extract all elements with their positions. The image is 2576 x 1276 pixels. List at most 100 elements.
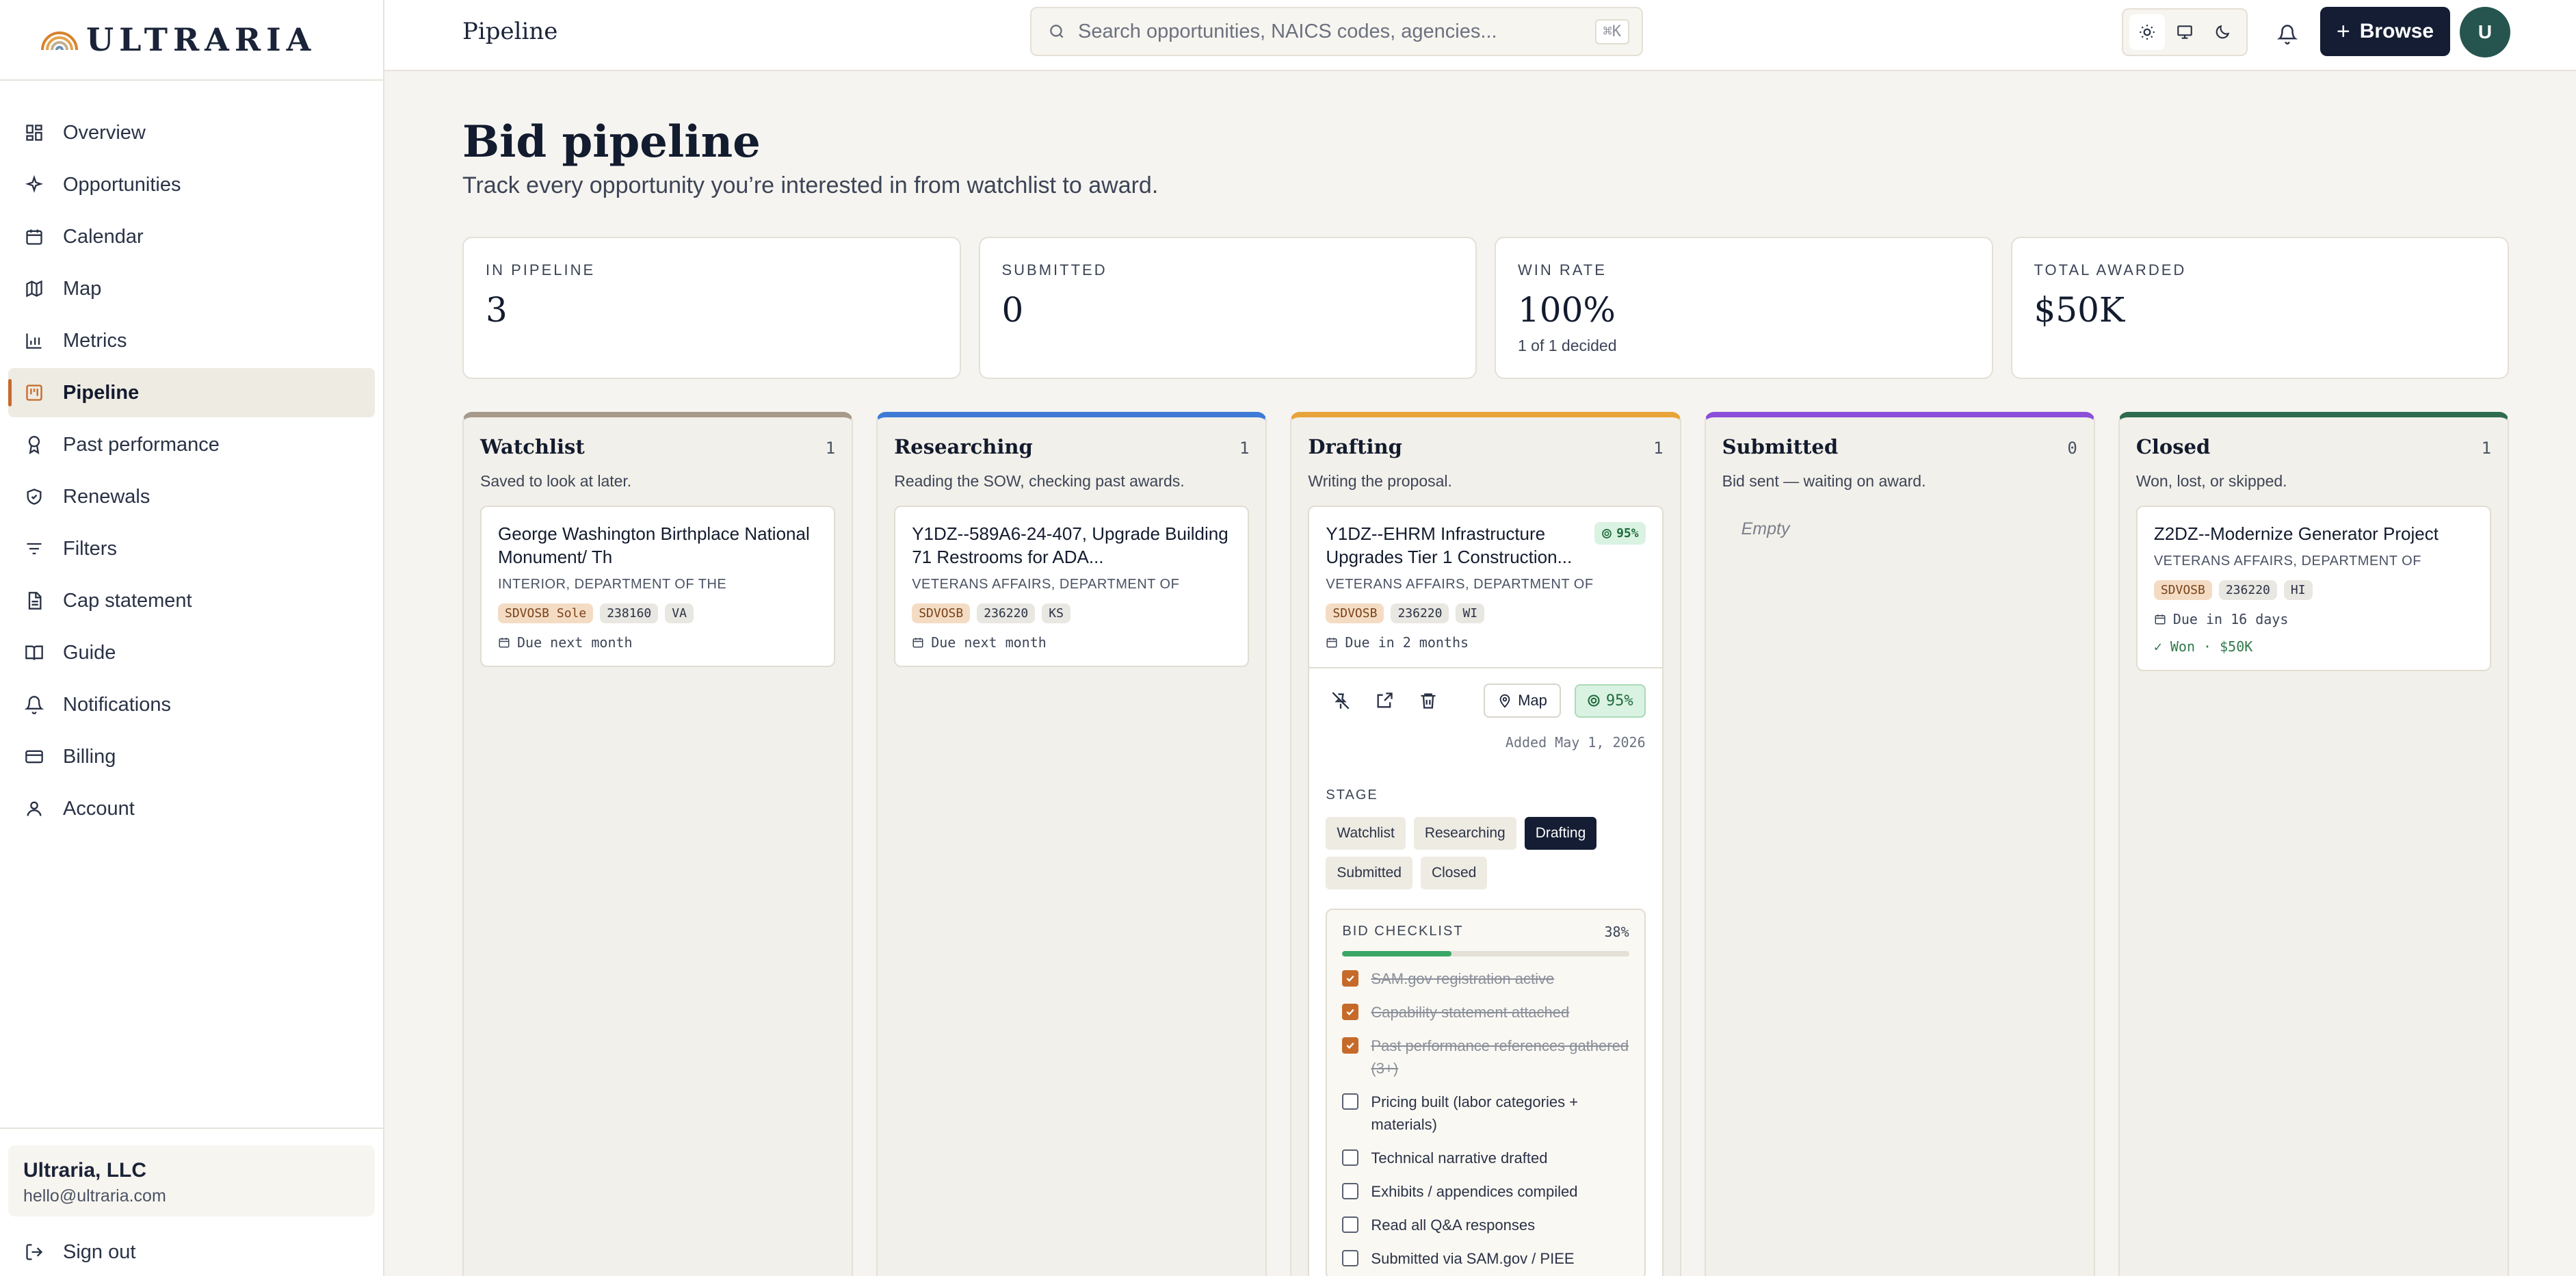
column-description: Saved to look at later. <box>480 472 632 490</box>
avatar[interactable]: U <box>2460 7 2510 57</box>
stage-option-watchlist[interactable]: Watchlist <box>1326 817 1406 850</box>
checkbox[interactable] <box>1342 1250 1359 1266</box>
checkbox[interactable] <box>1342 1183 1359 1199</box>
card-title: Y1DZ--589A6-24-407, Upgrade Building 71 … <box>912 523 1228 567</box>
pin-off-icon <box>1332 692 1350 709</box>
column-watchlist: Watchlist 1 Saved to look at later. Geor… <box>462 412 854 1276</box>
sidebar-item-billing[interactable]: Billing <box>8 732 375 781</box>
light-theme-button[interactable] <box>2129 14 2166 50</box>
check-icon <box>1346 975 1354 982</box>
checklist-item[interactable]: Exhibits / appendices compiled <box>1342 1180 1629 1203</box>
checklist-item[interactable]: SAM.gov registration active <box>1342 967 1629 990</box>
stage-option-researching[interactable]: Researching <box>1413 817 1516 850</box>
sidebar-item-past-performance[interactable]: Past performance <box>8 420 375 469</box>
unpin-button[interactable] <box>1326 686 1356 716</box>
sidebar-item-calendar[interactable]: Calendar <box>8 212 375 261</box>
column-title: Researching <box>894 435 1033 458</box>
card-agency: INTERIOR, DEPARTMENT OF THE <box>498 577 727 592</box>
stats-row: IN PIPELINE 3 SUBMITTED 0 WIN RATE 100% … <box>462 237 2509 379</box>
checkbox-checked[interactable] <box>1342 1004 1359 1020</box>
grid-icon <box>26 125 42 141</box>
checklist-item[interactable]: Capability statement attached <box>1342 1001 1629 1024</box>
sidebar-item-label: Filters <box>63 537 117 560</box>
set-aside-tag: SDVOSB <box>912 603 971 623</box>
topbar-title: Pipeline <box>462 18 558 45</box>
sidebar-item-label: Opportunities <box>63 173 181 196</box>
sidebar-item-label: Calendar <box>63 225 144 248</box>
checklist-item[interactable]: Read all Q&A responses <box>1342 1214 1629 1236</box>
column-count: 0 <box>2067 439 2077 458</box>
checkbox[interactable] <box>1342 1149 1359 1166</box>
stage-option-drafting[interactable]: Drafting <box>1524 817 1597 850</box>
sidebar-item-cap-statement[interactable]: Cap statement <box>8 576 375 625</box>
trash-icon <box>1421 693 1436 709</box>
due-text: Due in 16 days <box>2172 611 2289 627</box>
sign-out-label: Sign out <box>63 1240 136 1263</box>
search-shortcut: ⌘K <box>1594 18 1629 44</box>
sidebar-item-filters[interactable]: Filters <box>8 524 375 573</box>
dark-theme-button[interactable] <box>2205 14 2240 50</box>
brand-logo[interactable]: ULTRARIA <box>0 0 383 81</box>
opportunity-card-expanded[interactable]: Y1DZ--EHRM Infrastructure Upgrades Tier … <box>1308 506 1664 1276</box>
checklist-item[interactable]: Technical narrative drafted <box>1342 1147 1629 1169</box>
system-theme-button[interactable] <box>2167 14 2203 50</box>
account-card[interactable]: Ultraria, LLC hello@ultraria.com <box>8 1145 375 1216</box>
map-icon <box>26 280 42 298</box>
opportunity-card[interactable]: Z2DZ--Modernize Generator Project VETERA… <box>2135 506 2492 671</box>
set-aside-tag: SDVOSB <box>2153 580 2212 600</box>
sidebar-item-pipeline[interactable]: Pipeline <box>8 368 375 417</box>
award-result: ✓ Won · $50K <box>2153 638 2253 655</box>
sidebar-item-label: Overview <box>63 121 146 144</box>
checklist-item[interactable]: Submitted via SAM.gov / PIEE <box>1342 1247 1629 1270</box>
map-button[interactable]: Map <box>1484 683 1561 718</box>
checkbox[interactable] <box>1342 1093 1359 1110</box>
sidebar-item-opportunities[interactable]: Opportunities <box>8 160 375 209</box>
column-count: 1 <box>1653 439 1664 458</box>
open-external-button[interactable] <box>1369 686 1399 716</box>
stage-option-closed[interactable]: Closed <box>1420 857 1488 889</box>
sidebar-item-guide[interactable]: Guide <box>8 628 375 677</box>
state-tag: HI <box>2283 580 2313 600</box>
column-submitted: Submitted 0 Bid sent — waiting on award.… <box>1704 412 2095 1276</box>
sidebar-item-metrics[interactable]: Metrics <box>8 316 375 365</box>
sidebar-item-overview[interactable]: Overview <box>8 108 375 157</box>
checkbox-checked[interactable] <box>1342 970 1359 987</box>
column-title: Submitted <box>1722 435 1839 458</box>
top-bar: Pipeline Search opportunities, NAICS cod… <box>384 0 2576 71</box>
bid-checklist: BID CHECKLIST 38% SAM.gov registration a… <box>1326 909 1646 1276</box>
card-tags: SDVOSB 236220 KS <box>912 603 1231 623</box>
map-pin-icon <box>1499 694 1510 708</box>
stat-note: 1 of 1 decided <box>1518 337 1617 354</box>
state-tag: WI <box>1456 603 1485 623</box>
browse-button[interactable]: + Browse <box>2320 7 2450 56</box>
rainbow-logo-icon <box>41 31 78 50</box>
column-header: Researching 1 <box>894 435 1249 458</box>
checklist-item[interactable]: Past performance references gathered (3+… <box>1342 1034 1629 1080</box>
opportunity-card[interactable]: George Washington Birthplace National Mo… <box>480 506 836 667</box>
column-researching: Researching 1 Reading the SOW, checking … <box>876 412 1267 1276</box>
checklist-item[interactable]: Pricing built (labor categories + materi… <box>1342 1091 1629 1136</box>
sidebar-item-map[interactable]: Map <box>8 264 375 313</box>
opportunity-card[interactable]: Y1DZ--589A6-24-407, Upgrade Building 71 … <box>894 506 1250 667</box>
stage-option-submitted[interactable]: Submitted <box>1326 857 1412 889</box>
naics-tag: 236220 <box>2218 580 2277 600</box>
checkbox-checked[interactable] <box>1342 1037 1359 1054</box>
notifications-button[interactable] <box>2271 18 2304 51</box>
bell-icon <box>25 696 44 714</box>
sidebar-item-renewals[interactable]: Renewals <box>8 472 375 521</box>
calendar-icon <box>912 638 923 648</box>
search-icon <box>1050 25 1064 38</box>
user-icon <box>27 801 42 816</box>
sign-out-button[interactable]: Sign out <box>8 1227 375 1276</box>
sidebar-item-notifications[interactable]: Notifications <box>8 680 375 729</box>
stat-label: SUBMITTED <box>1001 261 1107 278</box>
match-score-button[interactable]: 95% <box>1574 683 1646 718</box>
column-closed: Closed 1 Won, lost, or skipped. Z2DZ--Mo… <box>2118 412 2510 1276</box>
delete-button[interactable] <box>1413 686 1443 716</box>
filter-icon <box>27 543 42 555</box>
search-input[interactable]: Search opportunities, NAICS codes, agenc… <box>1030 7 1643 56</box>
column-header: Closed 1 <box>2136 435 2491 458</box>
sidebar-item-account[interactable]: Account <box>8 784 375 833</box>
checkbox[interactable] <box>1342 1216 1359 1233</box>
column-header: Watchlist 1 <box>480 435 835 458</box>
